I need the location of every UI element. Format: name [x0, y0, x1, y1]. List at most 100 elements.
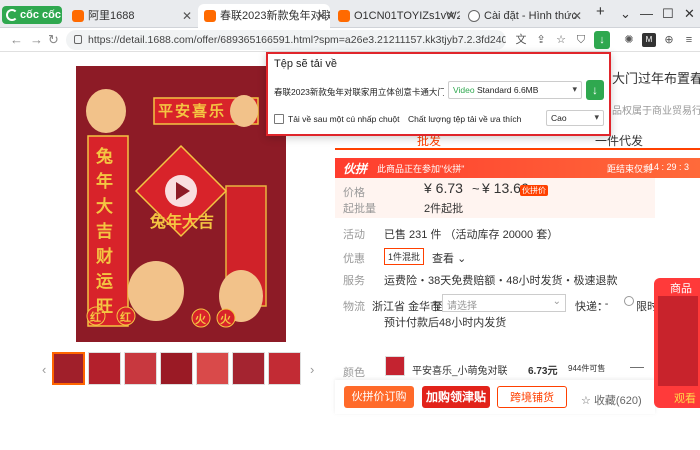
- countdown-label: 距结束仅剩: [607, 164, 653, 174]
- tab-close-icon[interactable]: ✕: [446, 4, 456, 28]
- quality-label: Chất lượng tệp tải về ưa thích: [408, 114, 522, 124]
- countdown: 14 : 29 : 3: [649, 162, 690, 172]
- settings-icon[interactable]: ✺: [622, 33, 636, 47]
- thumbnail[interactable]: [268, 352, 301, 385]
- thumbnail[interactable]: [196, 352, 229, 385]
- destination-placeholder: 请选择: [447, 301, 477, 312]
- quantity-minus[interactable]: —: [630, 358, 644, 374]
- left-couplet-text: 兔年大吉财运旺: [96, 147, 113, 316]
- forward-icon[interactable]: →: [30, 32, 43, 47]
- 1688-favicon-icon: [204, 10, 216, 22]
- presale-note: 预计付款后48小时内发货: [384, 317, 507, 329]
- extension-m-icon[interactable]: M: [642, 33, 656, 47]
- format-value: Standard 6.6MB: [477, 85, 539, 95]
- download-icon[interactable]: ↓: [594, 31, 610, 49]
- group-buy-order-button[interactable]: 伙拼价订购: [344, 386, 414, 408]
- address-bar[interactable]: https://detail.1688.com/offer/6893651665…: [66, 30, 506, 50]
- tab-title: O1CN01TOYIZs1vW251eVR: [354, 10, 460, 22]
- stamp-text: 红: [90, 312, 101, 324]
- tab-title: 阿里1688: [88, 10, 135, 22]
- close-window-button[interactable]: ✕: [684, 6, 695, 22]
- add-to-cart-button[interactable]: 加购领津贴: [422, 386, 490, 408]
- promo-brand: 伙拼: [343, 162, 368, 176]
- shield-icon[interactable]: ⛉: [574, 33, 588, 47]
- tab-list-button[interactable]: ⌄: [620, 6, 631, 22]
- thumbnail[interactable]: [88, 352, 121, 385]
- variant-stock: 944件可售: [568, 364, 606, 373]
- live-stream-badge[interactable]: 商品 观看: [654, 278, 700, 408]
- stamp-text: 红: [120, 312, 131, 324]
- bookmark-star-icon[interactable]: ☆: [554, 33, 568, 47]
- stamp-text: 火: [195, 314, 206, 326]
- translate-icon[interactable]: 文: [514, 33, 528, 47]
- tab-close-icon[interactable]: ✕: [572, 4, 582, 28]
- banner-text: 平安喜乐: [158, 103, 227, 120]
- thumbnail[interactable]: [160, 352, 193, 385]
- logo-text: cốc cốc: [20, 9, 61, 21]
- favorite-text: 收藏(620): [593, 395, 642, 407]
- clock-icon: [624, 296, 634, 306]
- format-select[interactable]: Video Standard 6.6MB ▾: [448, 81, 582, 99]
- discount-more[interactable]: 查看 ⌄: [432, 250, 466, 266]
- chevron-down-icon: ⌄: [457, 253, 467, 265]
- thumbnail[interactable]: [52, 352, 85, 385]
- ship-speed-value: - -: [598, 298, 609, 310]
- thumb-next-icon[interactable]: ›: [310, 362, 314, 377]
- image-favicon-icon: [338, 10, 350, 22]
- tab-strip: cốc cốc 阿里1688 ✕ 春联2023新款兔年对联家用 ✕ O1CN01…: [0, 0, 700, 28]
- one-click-checkbox[interactable]: [274, 114, 284, 124]
- discount-more-text: 查看: [432, 253, 454, 265]
- tab-close-icon[interactable]: ✕: [316, 4, 326, 28]
- thumbnail[interactable]: [124, 352, 157, 385]
- tab-image[interactable]: O1CN01TOYIZs1vW251eVR ✕: [332, 4, 460, 28]
- gear-icon: [468, 10, 480, 22]
- tab-title: Cài đặt - Hình thức: [484, 10, 577, 22]
- confirm-download-button[interactable]: ↓: [586, 80, 604, 100]
- product-main-image[interactable]: 平安喜乐 兔年大吉财运旺 兔年大吉 红 红 火 火: [76, 66, 286, 342]
- center-text: 兔年大吉: [150, 214, 215, 231]
- caret-down-icon: ▾: [594, 112, 599, 122]
- product-subtitle: 品权属于商业贸易行为: [612, 106, 700, 117]
- back-icon[interactable]: ←: [10, 32, 23, 47]
- chevron-down-icon: ⌄: [552, 296, 561, 307]
- variant-name: 平安喜乐_小萌兔对联: [412, 366, 508, 377]
- reload-icon[interactable]: ↻: [48, 32, 59, 48]
- coccoc-logo[interactable]: cốc cốc: [2, 6, 62, 24]
- new-tab-button[interactable]: +: [596, 3, 605, 20]
- destination-select[interactable]: 请选择 ⌄: [442, 294, 566, 312]
- one-click-label: Tải về sau một cú nhấp chuột: [288, 114, 400, 124]
- tab-1688[interactable]: 阿里1688 ✕: [66, 4, 196, 28]
- coccoc-icon: [6, 9, 18, 21]
- live-badge-text: 商品: [670, 283, 692, 295]
- favorite-button[interactable]: ☆ 收藏(620): [581, 392, 642, 408]
- quality-select[interactable]: Cao ▾: [546, 110, 604, 126]
- maximize-button[interactable]: ☐: [662, 6, 674, 22]
- discount-label: 优惠: [343, 253, 365, 265]
- thumbnail-strip: ‹ ›: [40, 352, 325, 388]
- menu-icon[interactable]: ≡: [682, 33, 696, 47]
- discount-badge: 1件混批: [384, 248, 425, 265]
- service-value: 运费险・38天免费赔额・48小时发货・极速退款: [384, 275, 618, 287]
- thumbnail[interactable]: [232, 352, 265, 385]
- minimize-button[interactable]: —: [640, 6, 653, 21]
- watch-text: 观看: [674, 393, 696, 405]
- extension-puzzle-icon[interactable]: ⊕: [662, 33, 676, 47]
- variant-price: 6.73元: [528, 366, 558, 377]
- download-popup: Tệp sẽ tải về 春联2023新款兔年对联家用立体创意卡通大门... …: [266, 52, 611, 136]
- color-label: 颜色: [343, 367, 365, 379]
- product-title: 大门过年布置春节: [612, 71, 700, 86]
- variant-thumbnail[interactable]: [385, 356, 405, 376]
- cross-border-button[interactable]: 跨境铺货: [497, 386, 567, 408]
- tab-product[interactable]: 春联2023新款兔年对联家用 ✕: [198, 4, 330, 28]
- tab-settings[interactable]: Cài đặt - Hình thức ✕: [462, 4, 586, 28]
- thumb-prev-icon[interactable]: ‹: [42, 362, 46, 377]
- tab-close-icon[interactable]: ✕: [182, 4, 192, 28]
- tab-title: 春联2023新款兔年对联家用: [220, 10, 330, 22]
- caret-down-icon: ▾: [572, 84, 577, 94]
- lock-icon: [74, 35, 82, 44]
- star-icon: ☆: [581, 395, 591, 407]
- quality-value: Cao: [551, 113, 567, 123]
- share-icon[interactable]: ⇪: [534, 33, 548, 47]
- activity-value: 已售 231 件 （活动库存 20000 套）: [384, 229, 559, 241]
- service-label: 服务: [343, 275, 365, 287]
